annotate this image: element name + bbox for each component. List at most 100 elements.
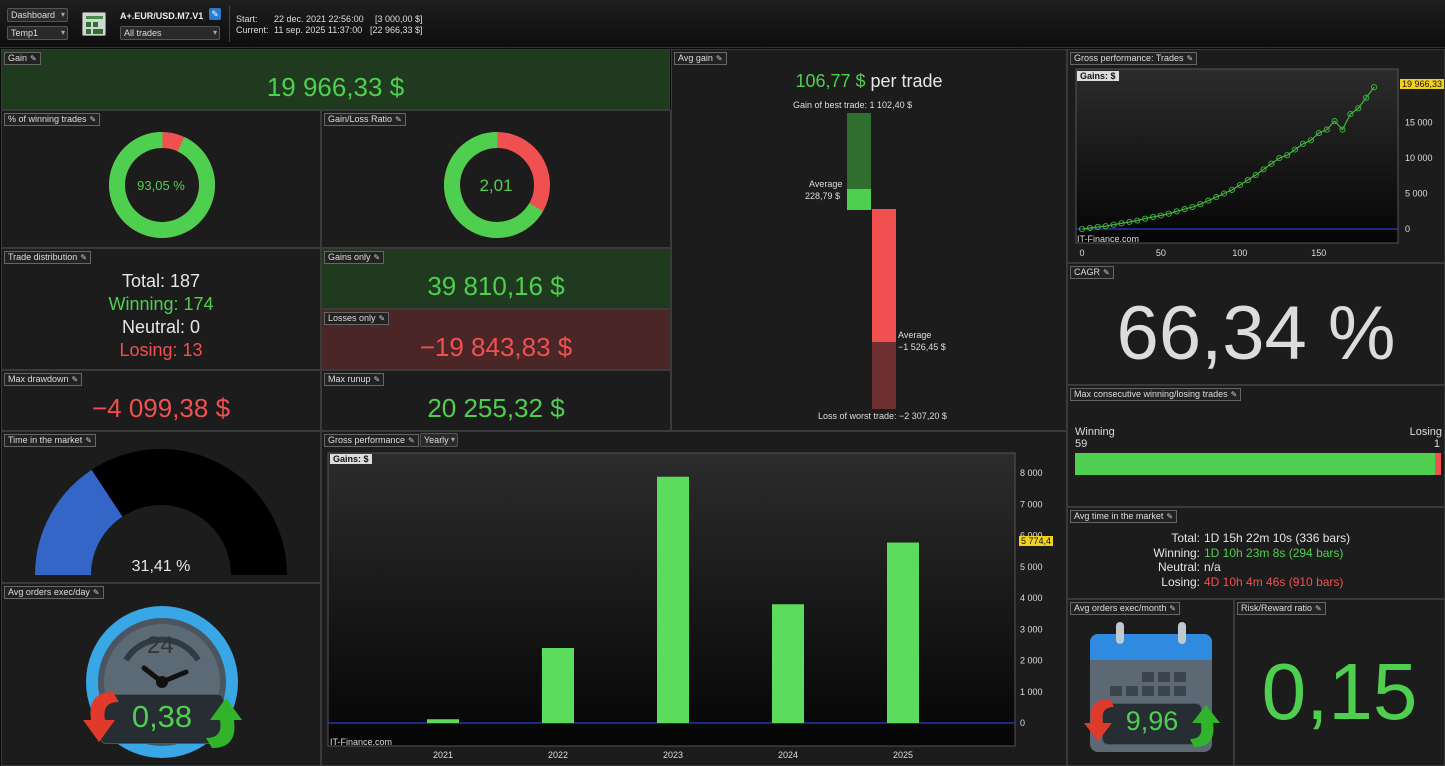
worst-trade-label: Loss of worst trade: −2 307,20 $ (818, 411, 947, 421)
avg-time-row: Losing: 4D 10h 4m 46s (910 bars) (1068, 575, 1444, 590)
y-tick-label: 7 000 (1020, 499, 1043, 509)
gross-trades-title[interactable]: Gross performance: Trades ✎ (1070, 52, 1198, 65)
consecutive-bar-track (1075, 453, 1441, 475)
winning-count: 59 (1075, 438, 1088, 450)
y-tick-label: 1 000 (1020, 687, 1043, 697)
divider (229, 6, 230, 42)
start-label: Start: (236, 14, 258, 24)
trade-distribution-title-label: Trade distribution (8, 252, 78, 262)
yearly-watermark: IT-Finance.com (330, 737, 393, 747)
wrench-icon: ✎ (85, 436, 92, 445)
time-in-market-title-label: Time in the market (8, 435, 83, 445)
losses-only-title[interactable]: Losses only ✎ (324, 312, 390, 325)
trades-filter-value: All trades (124, 28, 162, 38)
y-tick-label: 3 000 (1020, 624, 1043, 634)
trade-neutral: Neutral: 0 (121, 317, 201, 337)
max-runup-panel: Max runup ✎ 20 255,32 $ (321, 370, 671, 431)
bar-2022 (542, 648, 574, 723)
clock-label: 24 (147, 632, 174, 659)
trade-distribution-panel: Trade distribution ✎ Total: 187 Winning: … (1, 248, 321, 370)
losing-label: Losing (1409, 426, 1442, 438)
avg-win-bar (847, 189, 871, 210)
gross-trades-panel: Gross performance: Trades ✎ 15 000 10 000 5… (1067, 49, 1445, 263)
max-runup-title[interactable]: Max runup ✎ (324, 373, 385, 386)
avg-gain-suffix: per trade (865, 71, 943, 91)
y-tick-label: 2 000 (1020, 656, 1043, 666)
avg-win-label: Average (809, 179, 843, 189)
wrench-icon: ✎ (71, 375, 79, 384)
avg-loss-value: −1 526,45 $ (898, 342, 946, 352)
gains-only-title[interactable]: Gains only ✎ (324, 251, 385, 264)
winning-pct-title-label: % of winning trades (8, 114, 87, 124)
x-tick-label: 2024 (778, 750, 798, 760)
wrench-icon: ✎ (395, 115, 402, 124)
wrench-icon: ✎ (408, 436, 415, 445)
period-select[interactable]: Yearly ▾ (420, 433, 458, 447)
losses-only-value: −19 843,83 $ (419, 332, 573, 362)
wrench-icon: ✎ (1186, 54, 1194, 63)
avg-gain-title[interactable]: Avg gain ✎ (674, 52, 727, 65)
winning-pct-label: 93,05 % (137, 178, 185, 193)
avg-gain-headline: 106,77 $ per trade (672, 71, 1066, 92)
trades-watermark: IT-Finance.com (1077, 234, 1140, 244)
wrench-icon: ✎ (1315, 604, 1322, 613)
max-consecutive-title-label: Max consecutive winning/losing trades (1074, 389, 1228, 399)
chevron-down-icon: ▾ (60, 28, 65, 37)
losses-only-title-label: Losses only (328, 313, 376, 323)
time-in-market-title[interactable]: Time in the market ✎ (4, 434, 96, 447)
dashboard-select[interactable]: Dashboard ▾ (7, 8, 68, 22)
wrench-icon: ✎ (1166, 512, 1174, 521)
gain-loss-title[interactable]: Gain/Loss Ratio ✎ (324, 113, 406, 126)
risk-reward-title[interactable]: Risk/Reward ratio ✎ (1237, 602, 1326, 615)
trade-distribution-title[interactable]: Trade distribution ✎ (4, 251, 91, 264)
max-drawdown-title[interactable]: Max drawdown ✎ (4, 373, 83, 386)
avg-time-rows: Total: 1D 15h 22m 10s (336 bars) Winning: 1… (1068, 531, 1444, 590)
wrench-icon: ✎ (378, 314, 386, 323)
risk-reward-value: 0,15 (1261, 647, 1418, 736)
avg-time-row: Winning: 1D 10h 23m 8s (294 bars) (1068, 545, 1444, 561)
arrow-down-red-icon (83, 692, 119, 742)
time-in-market-panel: Time in the market ✎ 31,41 % (1, 431, 321, 583)
avg-time-row: Neutral: n/a (1068, 560, 1444, 575)
cagr-value: 66,34 % (1116, 291, 1396, 376)
winning-pct-title[interactable]: % of winning trades ✎ (4, 113, 101, 126)
max-drawdown-title-label: Max drawdown (8, 374, 69, 384)
risk-reward-title-label: Risk/Reward ratio (1241, 603, 1313, 613)
avg-time-title[interactable]: Avg time in the market ✎ (1070, 510, 1178, 523)
trades-filter-select[interactable]: All trades ▾ (120, 26, 220, 40)
wrench-icon: ✎ (1230, 390, 1238, 399)
gross-trades-title-label: Gross performance: Trades (1074, 53, 1184, 63)
gain-value: 19 966,33 $ (266, 72, 405, 102)
current-label: Current: (236, 25, 269, 35)
strategy-name: A+.EUR/USD.M7.V1 (120, 11, 204, 21)
gain-title[interactable]: Gain ✎ (4, 52, 41, 65)
gross-performance-title[interactable]: Gross performance ✎ (324, 434, 419, 447)
chevron-down-icon: ▾ (60, 10, 65, 19)
cagr-title[interactable]: CAGR ✎ (1070, 266, 1114, 279)
avg-time-row-value: 1D 15h 22m 10s (336 bars) (1204, 531, 1351, 545)
template-select[interactable]: Temp1 ▾ (7, 26, 68, 40)
gain-loss-panel: Gain/Loss Ratio ✎ 2,01 (321, 110, 671, 248)
trades-line-chart: 15 000 10 000 5 000 0 0 50 100 150 (1075, 68, 1433, 258)
cagr-title-label: CAGR (1074, 267, 1101, 277)
avg-orders-day-title[interactable]: Avg orders exec/day ✎ (4, 586, 104, 599)
edit-icon[interactable]: ✎ (209, 8, 221, 20)
avg-orders-day-panel: Avg orders exec/day ✎ 24 0,38 (1, 583, 321, 766)
avg-win-value: 228,79 $ (805, 191, 841, 201)
grid-chart-icon[interactable] (82, 12, 106, 36)
dashboard-select-value: Dashboard (11, 10, 56, 20)
wrench-icon: ✎ (715, 54, 723, 63)
yearly-bar-chart: 8 0007 0006 0005 0004 0003 0002 0001 000… (327, 452, 1043, 760)
max-drawdown-value: −4 099,38 $ (91, 393, 231, 423)
cagr-panel: CAGR ✎ 66,34 % (1067, 263, 1445, 385)
max-runup-value: 20 255,32 $ (427, 393, 565, 423)
wrench-icon: ✎ (30, 54, 37, 63)
max-consecutive-title[interactable]: Max consecutive winning/losing trades ✎ (1070, 388, 1242, 401)
avg-time-row-value: 1D 10h 23m 8s (294 bars) (1204, 545, 1344, 560)
time-in-market-label: 31,41 % (131, 558, 191, 575)
y-tick-label: 5 000 (1405, 189, 1428, 199)
avg-orders-month-title[interactable]: Avg orders exec/month ✎ (1070, 602, 1181, 615)
avg-time-title-label: Avg time in the market (1074, 511, 1164, 521)
losing-count: 1 (1433, 438, 1440, 450)
gain-loss-label: 2,01 (479, 176, 513, 195)
